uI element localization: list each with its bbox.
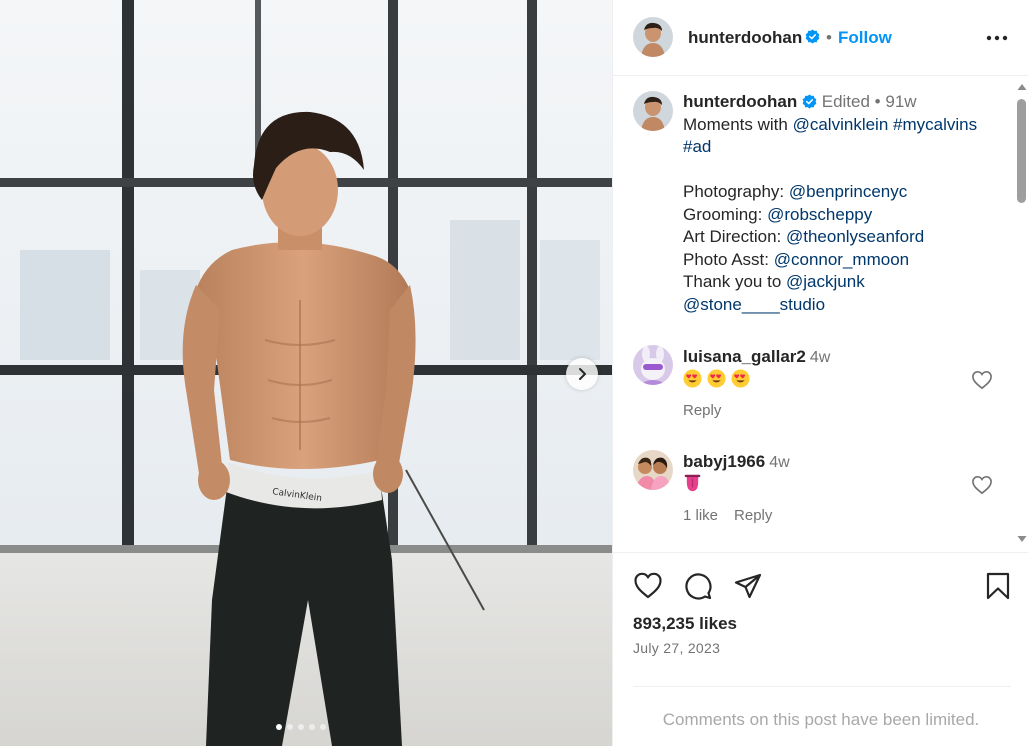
commenter-username[interactable]: babyj1966 4w — [683, 452, 790, 472]
like-heart-icon[interactable] — [633, 571, 663, 601]
heart-icon[interactable] — [971, 475, 993, 495]
mention-link[interactable]: @benprincenyc — [789, 182, 907, 201]
hashtag-link[interactable]: #mycalvins — [893, 115, 977, 134]
comment-time[interactable]: 4w — [810, 349, 830, 366]
comments-scrollbar[interactable] — [1013, 77, 1028, 552]
verified-badge-icon — [802, 94, 817, 109]
credit-label: Grooming: — [683, 204, 768, 224]
carousel-dot — [320, 724, 326, 730]
credits-list: Photography: @benprincenyc Grooming: @rob… — [683, 181, 1003, 294]
mention-link[interactable]: @theonlyseanford — [786, 227, 924, 246]
post-date[interactable]: July 27, 2023 — [633, 640, 720, 656]
more-options-button[interactable] — [983, 26, 1011, 50]
post-media[interactable]: CalvinKlein — [0, 0, 612, 746]
comment-meta: Reply — [683, 402, 721, 419]
likes-count[interactable]: 893,235 likes — [633, 614, 737, 634]
divider — [633, 686, 1011, 687]
save-bookmark-icon[interactable] — [983, 571, 1013, 601]
comment-text — [683, 474, 707, 495]
commenter-avatar[interactable] — [633, 450, 673, 490]
follow-button[interactable]: Follow — [838, 28, 892, 48]
caption-username[interactable]: hunterdoohan — [683, 92, 797, 111]
comment-username-text[interactable]: luisana_gallar2 — [683, 347, 806, 366]
comment-likes-count[interactable]: 1 like — [683, 507, 718, 524]
caption-author-avatar[interactable] — [633, 91, 673, 131]
comment-time[interactable]: 4w — [769, 454, 789, 471]
hashtag-link[interactable]: #ad — [683, 137, 711, 156]
mention-link[interactable]: @jackjunk — [786, 272, 865, 291]
more-icon — [986, 35, 1008, 41]
header-separator: • — [826, 28, 832, 47]
comments-section[interactable]: hunterdoohan Edited • 91w Moments with @… — [613, 77, 1028, 552]
caption-text: Moments with — [683, 114, 793, 134]
heart-eyes-emoji-icon — [683, 369, 702, 388]
carousel-dot — [287, 724, 293, 730]
credit-line: Art Direction: @theonlyseanford — [683, 226, 1003, 249]
post-actions: 893,235 likes July 27, 2023 Comments on … — [613, 552, 1028, 746]
credit-line: Thank you to @jackjunk — [683, 271, 1003, 294]
comment-text — [683, 369, 755, 390]
author-avatar[interactable] — [633, 17, 673, 57]
comments-limited-notice: Comments on this post have been limited. — [662, 710, 980, 729]
credit-label: Photo Asst: — [683, 249, 774, 269]
caption-age[interactable]: 91w — [885, 92, 916, 111]
edited-label: Edited — [821, 92, 870, 111]
heart-eyes-emoji-icon — [731, 369, 750, 388]
mention-link[interactable]: @calvinklein — [793, 115, 889, 134]
scroll-up-arrow-icon[interactable] — [1017, 83, 1027, 91]
scroll-down-arrow-icon[interactable] — [1017, 535, 1027, 543]
heart-eyes-emoji-icon — [707, 369, 726, 388]
tongue-emoji-icon — [684, 474, 701, 492]
verified-badge-icon — [805, 29, 820, 44]
post-caption: hunterdoohan Edited • 91w Moments with @… — [683, 91, 1003, 316]
next-slide-button[interactable] — [566, 358, 598, 390]
credit-label: Photography: — [683, 182, 789, 201]
comment-username-text[interactable]: babyj1966 — [683, 452, 765, 471]
carousel-dot — [309, 724, 315, 730]
credit-label: Art Direction: — [683, 227, 786, 246]
carousel-indicators — [276, 724, 326, 730]
post-header: hunterdoohan • Follow — [613, 0, 1028, 76]
author-username[interactable]: hunterdoohan — [688, 28, 802, 48]
credit-line: Photo Asst: @connor_mmoon — [683, 249, 1003, 272]
credit-line: Grooming: @robscheppy — [683, 204, 1003, 227]
heart-icon[interactable] — [971, 370, 993, 390]
carousel-dot — [276, 724, 282, 730]
commenter-avatar[interactable] — [633, 345, 673, 385]
reply-button[interactable]: Reply — [683, 402, 721, 419]
chevron-right-icon — [579, 368, 586, 380]
commenter-username[interactable]: luisana_gallar2 4w — [683, 347, 830, 367]
credit-label: Thank you to — [683, 272, 787, 291]
comment-bubble-icon[interactable] — [683, 571, 713, 601]
reply-button[interactable]: Reply — [734, 507, 772, 524]
post-details-panel: hunterdoohan • Follow hunterdoohan Edite… — [612, 0, 1028, 746]
carousel-dot — [298, 724, 304, 730]
mention-link[interactable]: @stone____studio — [683, 295, 825, 314]
comment-meta: 1 like Reply — [683, 507, 772, 524]
mention-link[interactable]: @connor_mmoon — [774, 250, 909, 269]
scrollbar-thumb[interactable] — [1017, 99, 1026, 203]
mention-link[interactable]: @robscheppy — [767, 205, 872, 224]
share-send-icon[interactable] — [733, 571, 763, 601]
caption-dot: • — [874, 92, 881, 111]
post-photo: CalvinKlein — [0, 0, 612, 746]
credit-line: Photography: @benprincenyc — [683, 181, 1003, 204]
